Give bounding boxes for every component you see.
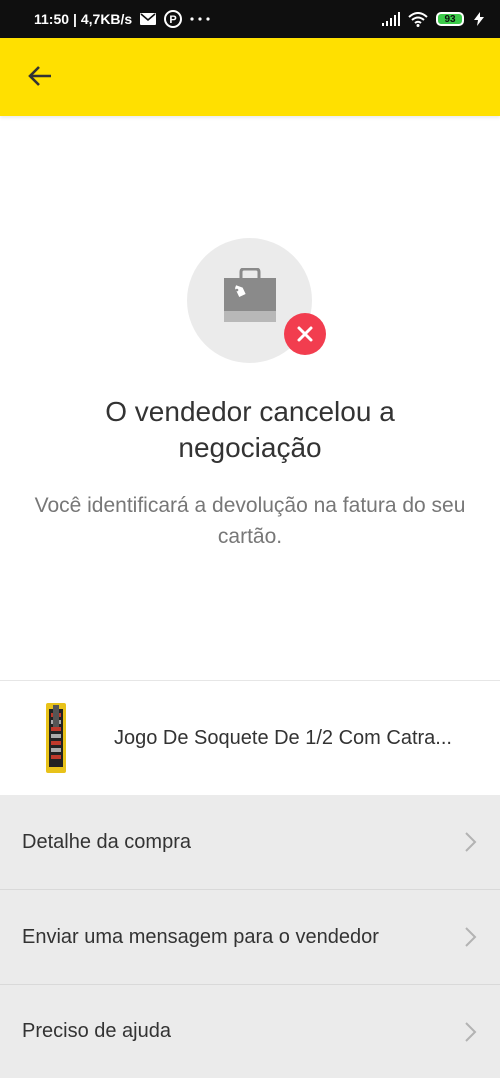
menu-item-label: Detalhe da compra — [22, 830, 191, 853]
socket-set-icon — [44, 703, 68, 773]
product-title: Jogo De Soquete De 1/2 Com Catra... — [114, 727, 452, 749]
status-net-speed: | 4,7KB/s — [73, 11, 133, 27]
chevron-right-icon — [464, 926, 478, 948]
message-seller-item[interactable]: Enviar uma mensagem para o vendedor — [0, 890, 500, 985]
need-help-item[interactable]: Preciso de ajuda — [0, 985, 500, 1078]
purchase-detail-item[interactable]: Detalhe da compra — [0, 795, 500, 890]
menu-item-label: Enviar uma mensagem para o vendedor — [22, 925, 379, 948]
actions-list: Detalhe da compra Enviar uma mensagem pa… — [0, 795, 500, 1078]
wifi-icon — [408, 11, 428, 27]
status-time: 11:50 — [34, 11, 70, 27]
back-button[interactable] — [24, 62, 56, 94]
page-subtitle: Você identificará a devolução na fatura … — [34, 494, 466, 548]
arrow-left-icon — [27, 65, 53, 92]
signal-icon — [382, 12, 400, 26]
app-bar — [0, 38, 500, 116]
mail-icon — [140, 13, 157, 25]
product-row[interactable]: Jogo De Soquete De 1/2 Com Catra... — [0, 681, 500, 795]
status-bar: 11:50 | 4,7KB/s P 93 — [0, 0, 500, 38]
status-right: 93 — [382, 11, 486, 27]
page-title: O vendedor cancelou a negociação — [105, 396, 395, 463]
svg-text:P: P — [170, 14, 177, 26]
shopping-bag-icon — [224, 267, 276, 337]
battery-level: 93 — [444, 13, 456, 25]
battery-icon: 93 — [436, 12, 464, 26]
chevron-right-icon — [464, 1021, 478, 1043]
close-icon — [284, 313, 326, 355]
status-left: 11:50 | 4,7KB/s P — [34, 10, 210, 28]
charging-icon — [472, 12, 486, 26]
app-icon: P — [164, 10, 183, 28]
more-dots-icon — [190, 17, 210, 21]
menu-item-label: Preciso de ajuda — [22, 1020, 171, 1042]
chevron-right-icon — [464, 831, 478, 853]
